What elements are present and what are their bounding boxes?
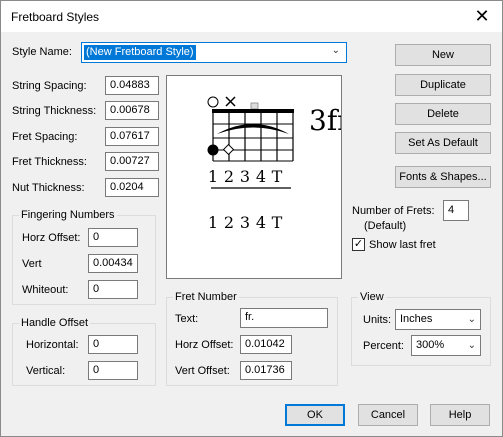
close-icon[interactable]: ✕ [462,1,502,31]
string-spacing-label: String Spacing: [12,80,87,92]
fret-label: 3fr [309,104,341,137]
delete-button[interactable]: Delete [395,103,491,125]
barre-arc [217,124,289,134]
muted-string-icon [225,96,236,107]
handle-offset-title: Handle Offset [19,317,91,330]
chevron-down-icon: ⌄ [467,340,476,351]
units-label: Units: [363,314,392,326]
fret-number-horz-input[interactable]: 0.01042 [240,335,292,354]
window-title: Fretboard Styles [11,10,100,24]
number-of-frets-label: Number of Frets: [352,205,435,217]
new-button[interactable]: New [395,44,491,66]
fret-thickness-input[interactable]: 0.00727 [105,152,159,171]
fingering-whiteout-input[interactable]: 0 [88,280,138,299]
number-of-frets-input[interactable]: 4 [443,200,469,221]
checkmark-icon: ✓ [353,238,364,250]
show-last-fret-checkbox[interactable]: ✓ [352,238,365,251]
fret-number-vert-label: Vert Offset: [175,365,230,377]
string-thickness-label: String Thickness: [12,105,97,117]
fingering-vert-input[interactable]: 0.00434 [88,254,138,273]
svg-text:T: T [272,213,283,232]
svg-text:3: 3 [240,167,250,186]
handle-horizontal-label: Horizontal: [26,339,79,351]
title-bar: Fretboard Styles ✕ [1,1,502,32]
fretboard-preview: 3fr 1 2 3 4 T 1 2 3 4 T [166,75,342,279]
fret-number-text-input[interactable]: fr. [240,308,328,328]
svg-text:3: 3 [240,213,250,232]
style-name-value: (New Fretboard Style) [84,45,196,60]
fret-spacing-input[interactable]: 0.07617 [105,127,159,146]
fretboard-styles-dialog: Fretboard Styles ✕ Style Name: (New Fret… [0,0,503,437]
fret-thickness-label: Fret Thickness: [12,156,87,168]
chevron-down-icon[interactable]: ⌄ [332,45,340,56]
svg-text:4: 4 [256,167,266,186]
string-spacing-input[interactable]: 0.04883 [105,76,159,95]
handle-vertical-input[interactable]: 0 [88,361,138,380]
nut-bar [212,109,294,113]
nut-thickness-input[interactable]: 0.0204 [105,178,159,197]
svg-text:2: 2 [224,167,234,186]
percent-label: Percent: [363,340,404,352]
fingering-numbers-title: Fingering Numbers [19,209,117,222]
show-last-fret-label: Show last fret [369,239,436,251]
svg-text:T: T [272,167,283,186]
units-value: Inches [400,313,433,325]
handle-horizontal-input[interactable]: 0 [88,335,138,354]
style-name-label: Style Name: [12,46,72,58]
ok-button[interactable]: OK [285,404,345,426]
string-thickness-input[interactable]: 0.00678 [105,101,159,120]
style-name-combobox[interactable]: (New Fretboard Style) ⌄ [81,42,347,63]
fingering-horz-input[interactable]: 0 [88,228,138,247]
duplicate-button[interactable]: Duplicate [395,74,491,96]
svg-text:1: 1 [208,167,218,186]
fret-spacing-label: Fret Spacing: [12,131,78,143]
help-button[interactable]: Help [430,404,490,426]
number-of-frets-default-label: (Default) [364,220,407,232]
handle-vertical-label: Vertical: [26,365,66,377]
set-as-default-button[interactable]: Set As Default [395,132,491,154]
svg-text:4: 4 [256,213,266,232]
fret-number-horz-label: Horz Offset: [175,339,234,351]
fret-number-text-label: Text: [175,313,199,325]
open-string-icon [207,96,219,108]
nut-thickness-label: Nut Thickness: [12,182,85,194]
diamond-dot-icon [222,143,235,156]
fonts-shapes-button[interactable]: Fonts & Shapes... [395,166,491,188]
finger-dot-icon [207,144,219,156]
percent-select[interactable]: 300% ⌄ [411,335,481,356]
svg-text:2: 2 [224,213,234,232]
fingering-horz-label: Horz Offset: [22,232,81,244]
cancel-button[interactable]: Cancel [358,404,418,426]
fingering-whiteout-label: Whiteout: [22,284,69,296]
chord-diagram: 3fr 1 2 3 4 T 1 2 3 4 T [207,96,341,232]
view-title: View [358,291,386,304]
fingering-vert-label: Vert [22,258,42,270]
svg-text:1: 1 [208,213,218,232]
percent-value: 300% [416,339,445,351]
units-select[interactable]: Inches ⌄ [395,309,481,330]
fret-number-vert-input[interactable]: 0.01736 [240,361,292,380]
chevron-down-icon: ⌄ [467,314,476,325]
handle-marker-icon [250,102,259,110]
fret-number-title: Fret Number [173,291,239,304]
